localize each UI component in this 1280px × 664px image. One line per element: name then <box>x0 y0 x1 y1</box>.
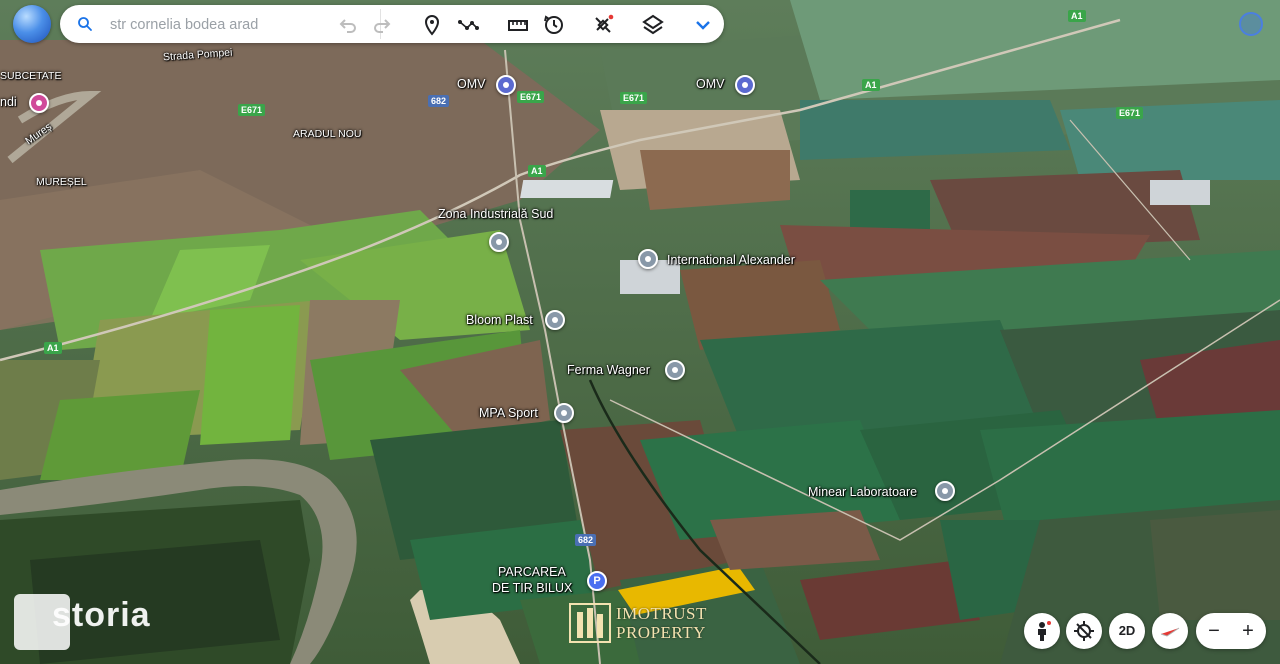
compass-icon <box>1160 627 1180 637</box>
storia-wordmark: storia <box>52 596 151 634</box>
road-shield-a1: A1 <box>44 342 62 354</box>
zoom-control: − + <box>1196 613 1266 649</box>
road-shield-a1: A1 <box>862 79 880 91</box>
road-shield-e671: E671 <box>1116 107 1144 119</box>
undo-icon[interactable] <box>336 13 360 37</box>
gas-station-pin-icon[interactable] <box>735 75 755 95</box>
road-shield-e671: E671 <box>620 92 648 104</box>
crosshair-icon <box>1074 621 1094 641</box>
imotrust-name-line1: IMOTRUST <box>616 604 707 623</box>
road-shield-682: 682 <box>575 534 597 546</box>
poi-label-omv-1[interactable]: OMV <box>457 77 485 91</box>
place-pin-icon[interactable] <box>638 249 658 269</box>
2d-toggle-button[interactable]: 2D <box>1109 613 1145 649</box>
road-shield-a1: A1 <box>1068 10 1086 22</box>
poi-label-mpa-sport[interactable]: MPA Sport <box>479 406 538 420</box>
poi-label-omv-2[interactable]: OMV <box>696 77 724 91</box>
2d-label: 2D <box>1118 623 1136 638</box>
redo-icon[interactable] <box>370 13 394 37</box>
search-icon[interactable] <box>76 15 94 33</box>
pegman-icon <box>1038 621 1051 641</box>
place-label-subcetate: SUBCETATE <box>0 70 62 82</box>
place-pin-icon[interactable] <box>665 360 685 380</box>
poi-label-parcarea-1[interactable]: PARCAREA <box>498 565 566 579</box>
imotrust-logo-icon <box>569 603 611 643</box>
place-pin-icon[interactable] <box>554 403 574 423</box>
place-pin-icon[interactable] <box>545 310 565 330</box>
path-icon[interactable] <box>456 13 480 37</box>
place-pin-icon[interactable] <box>935 481 955 501</box>
earth-logo-icon[interactable] <box>13 5 51 43</box>
zoom-out-button[interactable]: − <box>1202 619 1226 643</box>
satellite-icon[interactable] <box>591 13 615 37</box>
place-label-landi: ndi <box>0 95 17 109</box>
history-icon[interactable] <box>542 13 566 37</box>
poi-label-international-alexander[interactable]: International Alexander <box>667 253 795 267</box>
imotrust-watermark: IMOTRUST PROPERTY <box>568 600 718 648</box>
parking-pin-icon[interactable]: P <box>587 571 607 591</box>
shopping-pin-icon[interactable] <box>29 93 49 113</box>
road-shield-a1: A1 <box>528 165 546 177</box>
search-bar <box>60 5 724 43</box>
road-shield-e671: E671 <box>517 91 545 103</box>
road-shield-682: 682 <box>428 95 450 107</box>
place-label-aradul-nou: ARADUL NOU <box>293 128 362 140</box>
ruler-icon[interactable] <box>506 13 530 37</box>
compass-button[interactable] <box>1152 613 1188 649</box>
place-pin-icon[interactable] <box>420 13 444 37</box>
chevron-down-icon[interactable] <box>691 13 715 37</box>
search-input[interactable] <box>108 13 322 37</box>
locate-me-button[interactable] <box>1066 613 1102 649</box>
layers-icon[interactable] <box>641 13 665 37</box>
poi-label-minear-laboratoare[interactable]: Minear Laboratoare <box>808 485 917 499</box>
storia-watermark: storia <box>12 594 162 650</box>
place-pin-icon[interactable] <box>489 232 509 252</box>
poi-label-ferma-wagner[interactable]: Ferma Wagner <box>567 363 650 377</box>
road-shield-e671: E671 <box>238 104 266 116</box>
gas-station-pin-icon[interactable] <box>496 75 516 95</box>
street-view-pegman-button[interactable] <box>1024 613 1060 649</box>
poi-label-zona-industriala[interactable]: Zona Industrială Sud <box>438 207 553 221</box>
account-avatar-icon[interactable] <box>1239 12 1263 36</box>
place-label-muresel: MUREȘEL <box>36 176 87 188</box>
poi-label-bloom-plast[interactable]: Bloom Plast <box>466 313 533 327</box>
zoom-in-button[interactable]: + <box>1236 619 1260 643</box>
poi-label-parcarea-2[interactable]: DE TIR BILUX <box>492 581 572 595</box>
imotrust-name-line2: PROPERTY <box>616 623 706 642</box>
